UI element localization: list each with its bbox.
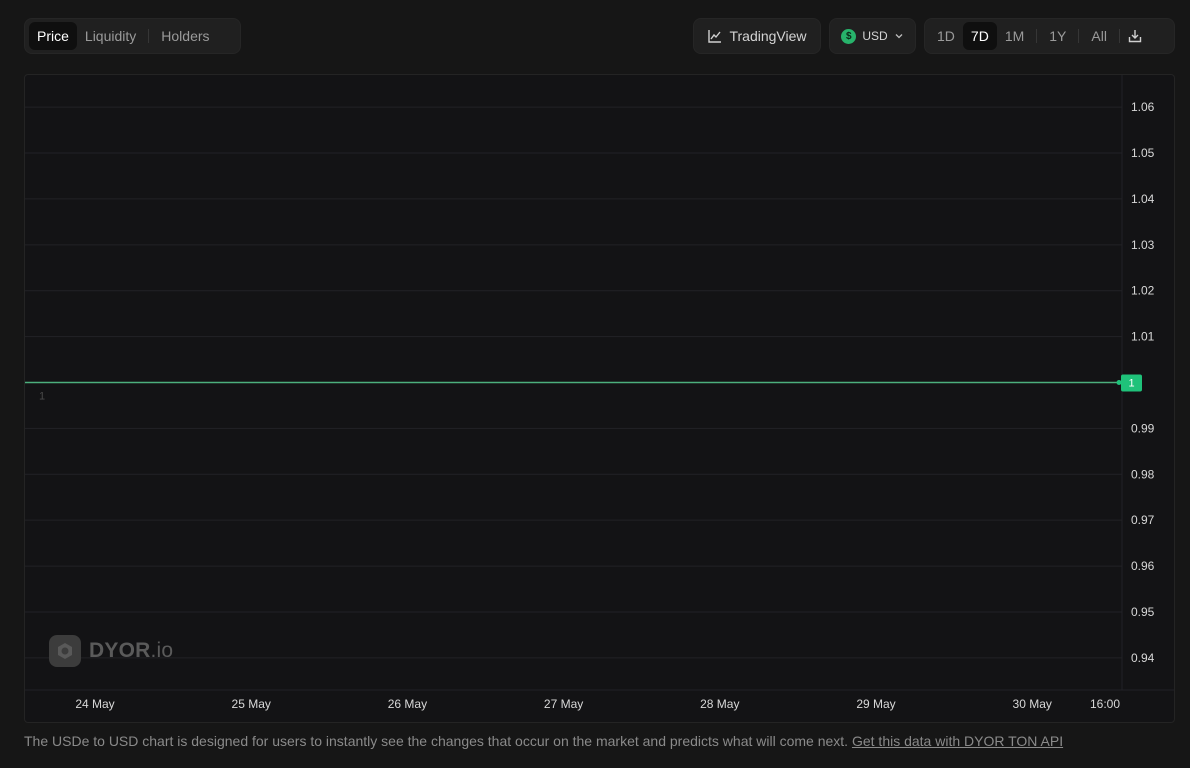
- x-tick-label: 16:00: [1090, 697, 1120, 711]
- y-tick-label: 0.94: [1131, 651, 1155, 665]
- y-tick-label: 1.04: [1131, 192, 1155, 206]
- chart-description: The USDe to USD chart is designed for us…: [24, 733, 1063, 749]
- period-divider: [1078, 29, 1080, 43]
- x-tick-label: 29 May: [856, 697, 895, 711]
- dyor-logo-icon: [49, 635, 81, 667]
- dollar-coin-icon: $: [841, 28, 857, 44]
- download-icon: [1128, 30, 1142, 43]
- chart-toolbar: Price Liquidity Holders TradingView $ US…: [24, 18, 1175, 54]
- period-divider: [1118, 29, 1120, 43]
- y-tick-label: 0.99: [1131, 421, 1155, 435]
- tab-holders[interactable]: Holders: [153, 22, 217, 50]
- current-price-label: 1: [1128, 378, 1134, 390]
- description-text: The USDe to USD chart is designed for us…: [24, 733, 849, 749]
- y-tick-label: 1.02: [1131, 284, 1155, 298]
- period-divider: [1036, 29, 1038, 43]
- y-tick-label: 0.97: [1131, 513, 1155, 527]
- period-selector: 1D 7D 1M 1Y All: [924, 18, 1175, 54]
- currency-label: USD: [862, 29, 888, 43]
- y-tick-label: 1.03: [1131, 238, 1155, 252]
- x-tick-label: 24 May: [75, 697, 114, 711]
- line-chart-icon: [708, 30, 722, 43]
- y-tick-label: 1.05: [1131, 146, 1155, 160]
- tab-liquidity[interactable]: Liquidity: [77, 22, 144, 50]
- y-tick-label: 1.06: [1131, 100, 1155, 114]
- y-tick-label: 1.01: [1131, 330, 1155, 344]
- y-tick-label: 0.95: [1131, 605, 1155, 619]
- y-tick-label: 0.96: [1131, 559, 1155, 573]
- tradingview-label: TradingView: [729, 28, 807, 44]
- currency-select[interactable]: $ USD: [829, 18, 916, 54]
- series-endpoint: [1116, 380, 1122, 385]
- price-chart[interactable]: 1.06 1.05 1.04 1.03 1.02 1.01 0.99 0.98 0.97 0.96…: [24, 74, 1175, 723]
- period-7d[interactable]: 7D: [962, 22, 997, 50]
- x-tick-label: 27 May: [544, 697, 583, 711]
- x-tick-label: 26 May: [388, 697, 427, 711]
- x-tick-label: 28 May: [700, 697, 739, 711]
- x-tick-label: 30 May: [1013, 697, 1052, 711]
- price-chart-canvas[interactable]: 1.06 1.05 1.04 1.03 1.02 1.01 0.99 0.98 0.97 0.96…: [25, 75, 1175, 723]
- period-1y[interactable]: 1Y: [1041, 22, 1074, 50]
- dyor-watermark: DYOR.io: [49, 635, 173, 667]
- inline-value-label: 1: [39, 391, 45, 403]
- x-tick-label: 25 May: [232, 697, 271, 711]
- chevron-down-icon: [895, 34, 903, 39]
- dyor-api-link[interactable]: Get this data with DYOR TON API: [852, 733, 1063, 749]
- download-button[interactable]: [1124, 22, 1146, 50]
- period-1d[interactable]: 1D: [929, 22, 963, 50]
- period-1m[interactable]: 1M: [997, 22, 1032, 50]
- tradingview-button[interactable]: TradingView: [693, 18, 821, 54]
- tab-divider: [148, 29, 150, 43]
- y-tick-label: 0.98: [1131, 467, 1155, 481]
- tab-price[interactable]: Price: [29, 22, 77, 50]
- period-all[interactable]: All: [1083, 22, 1115, 50]
- watermark-brand: DYOR.io: [89, 639, 174, 662]
- chart-type-tabs: Price Liquidity Holders: [24, 18, 241, 54]
